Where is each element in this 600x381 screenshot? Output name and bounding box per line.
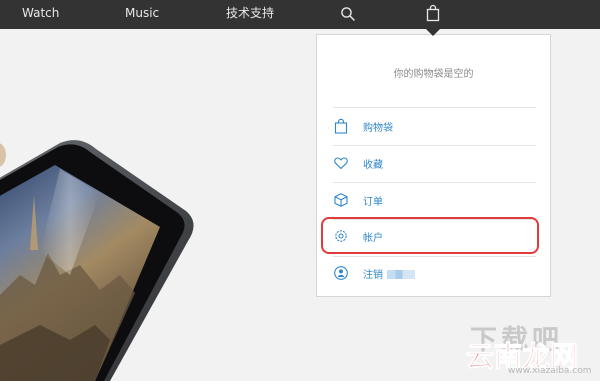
heart-icon [333, 155, 349, 171]
account-highlight-annotation [321, 217, 539, 254]
bag-dropdown-panel: 你的购物袋是空的 购物袋 收藏 订单 帐户 注销 [316, 34, 551, 297]
search-icon[interactable] [340, 6, 356, 22]
menu-item-label: 订单 [363, 197, 383, 208]
bag-icon [333, 118, 349, 134]
watermark-url: www.xiazaiba.com [508, 366, 592, 376]
nav-link-watch[interactable]: Watch [22, 0, 59, 29]
box-icon [333, 192, 349, 208]
sign-out-label: 注销 [363, 270, 383, 281]
dropdown-caret [426, 29, 440, 36]
nav-link-music[interactable]: Music [125, 0, 159, 29]
menu-item-label: 注销 [363, 266, 415, 281]
top-navigation-bar: Watch Music 技术支持 [0, 0, 600, 29]
nav-link-support[interactable]: 技术支持 [226, 0, 274, 29]
iphone-illustration [0, 125, 200, 381]
menu-item-label: 收藏 [363, 160, 383, 171]
menu-item-sign-out[interactable]: 注销 [333, 256, 536, 292]
empty-bag-message: 你的购物袋是空的 [393, 69, 474, 80]
user-icon [333, 265, 349, 281]
blurred-account-name [387, 270, 415, 279]
divider [333, 107, 536, 108]
menu-item-bag[interactable]: 购物袋 [333, 109, 536, 145]
menu-item-label: 购物袋 [363, 123, 393, 134]
bag-icon[interactable] [426, 4, 440, 22]
menu-item-orders[interactable]: 订单 [333, 183, 536, 219]
menu-item-favorites[interactable]: 收藏 [333, 146, 536, 182]
